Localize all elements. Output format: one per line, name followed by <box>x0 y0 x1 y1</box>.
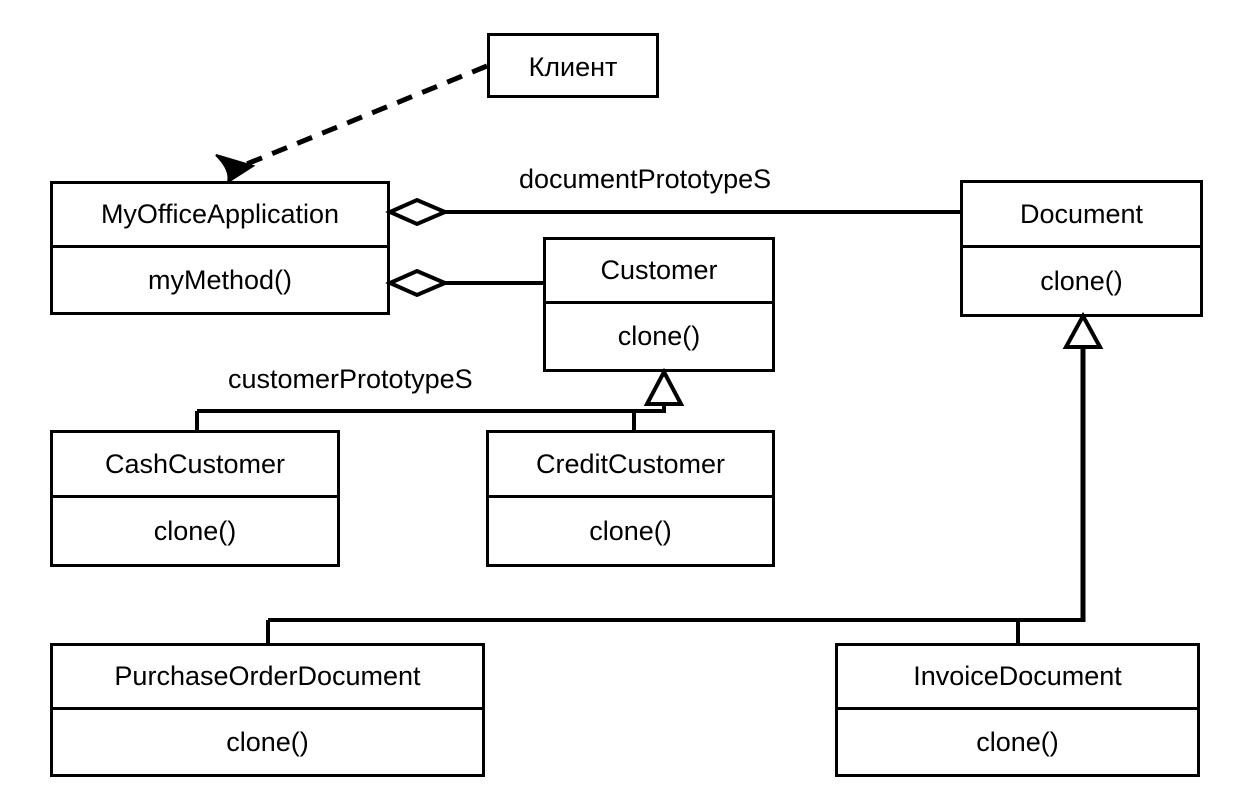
class-operation-cash-customer: clone() <box>153 515 237 546</box>
class-box-client[interactable]: Клиент <box>487 33 659 98</box>
edge-label-customer-prototypes: customerPrototypeS <box>228 364 473 394</box>
class-box-customer[interactable]: Customer clone() <box>543 237 775 372</box>
class-operation-purchase-order-document: clone() <box>226 726 309 757</box>
class-box-invoice-document[interactable]: InvoiceDocument clone() <box>835 643 1200 777</box>
class-box-cash-customer[interactable]: CashCustomer clone() <box>50 430 340 567</box>
class-box-document[interactable]: Document clone() <box>960 180 1203 317</box>
edge-label-document-prototypes: documentPrototypeS <box>519 164 772 194</box>
class-name-customer: Customer <box>546 240 772 304</box>
class-box-purchase-order-document[interactable]: PurchaseOrderDocument clone() <box>50 643 485 777</box>
class-operation-invoice-document: clone() <box>976 726 1059 757</box>
class-name-invoice-document: InvoiceDocument <box>838 646 1197 710</box>
class-name-document: Document <box>963 183 1200 248</box>
class-operation-customer: clone() <box>617 321 701 351</box>
class-operation-document: clone() <box>1040 265 1123 296</box>
class-name-credit-customer: CreditCustomer <box>489 433 772 498</box>
class-name-cash-customer: CashCustomer <box>53 433 337 498</box>
class-box-my-office-application[interactable]: MyOfficeApplication myMethod() <box>50 181 390 315</box>
class-name-my-office-application: MyOfficeApplication <box>53 184 387 248</box>
uml-class-diagram: Клиент MyOfficeApplication myMethod() Do… <box>0 0 1256 794</box>
class-box-credit-customer[interactable]: CreditCustomer clone() <box>486 430 775 567</box>
class-name-client: Клиент <box>528 51 618 82</box>
class-name-purchase-order-document: PurchaseOrderDocument <box>53 646 482 710</box>
class-operation-credit-customer: clone() <box>589 515 672 546</box>
class-operation-my-office-application: myMethod() <box>147 264 293 295</box>
dependency-line-client-to-myofficeapplication <box>231 63 488 173</box>
